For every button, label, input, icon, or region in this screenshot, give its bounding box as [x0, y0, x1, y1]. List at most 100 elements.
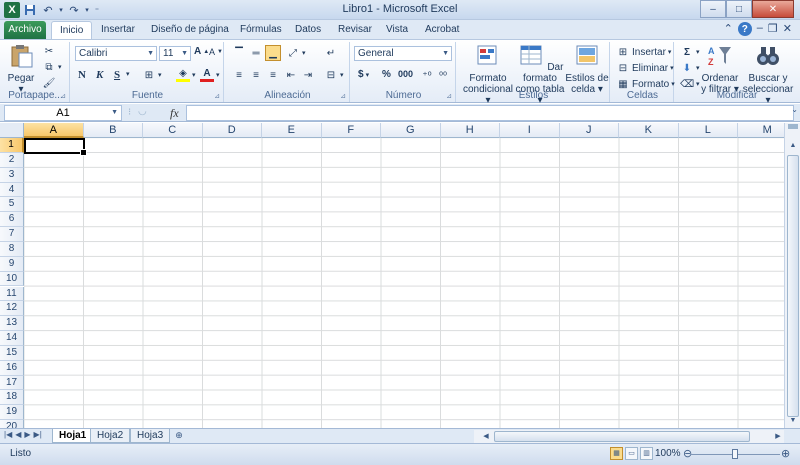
- normal-view-button[interactable]: ▦: [610, 447, 623, 460]
- font-color-button[interactable]: A ▾: [200, 68, 220, 82]
- align-left-button[interactable]: ≡: [232, 68, 246, 82]
- decrease-decimal-button[interactable]: ⁰⁰: [436, 69, 450, 83]
- minimize-button[interactable]: –: [700, 0, 726, 18]
- zoom-level[interactable]: 100%: [655, 448, 681, 459]
- scroll-up-icon[interactable]: ▲: [786, 139, 800, 153]
- zoom-slider[interactable]: [690, 449, 780, 459]
- align-center-button[interactable]: ≡: [249, 68, 263, 82]
- first-sheet-icon[interactable]: |◀: [4, 430, 12, 439]
- last-sheet-icon[interactable]: ▶|: [34, 430, 42, 439]
- row-header[interactable]: 5: [0, 197, 24, 213]
- column-header[interactable]: D: [202, 123, 262, 138]
- worksheet-grid[interactable]: ABCDEFGHIJKLM 1 2 3 4 5 6 7 8 9 10 11 12 13 14 15 16 17 1…: [0, 123, 784, 428]
- page-break-view-button[interactable]: ▥: [640, 447, 653, 460]
- column-header[interactable]: L: [678, 123, 738, 138]
- increase-decimal-button[interactable]: ⁺⁰: [420, 69, 434, 83]
- scroll-left-icon[interactable]: ◀: [480, 430, 492, 443]
- column-header[interactable]: G: [381, 123, 441, 138]
- decrease-indent-button[interactable]: ⇤: [284, 68, 298, 82]
- column-header[interactable]: C: [143, 123, 203, 138]
- row-header[interactable]: 20: [0, 420, 24, 428]
- prev-sheet-icon[interactable]: ◀: [15, 430, 21, 439]
- name-box[interactable]: A1 ▼: [4, 105, 122, 121]
- column-header[interactable]: M: [738, 123, 784, 138]
- scroll-down-icon[interactable]: ▼: [786, 414, 800, 428]
- maximize-button[interactable]: □: [726, 0, 752, 18]
- column-header[interactable]: F: [321, 123, 381, 138]
- insert-function-button[interactable]: fx: [170, 106, 179, 121]
- minimize-ribbon-icon[interactable]: ⌃: [724, 22, 733, 36]
- tab-vista[interactable]: Vista: [378, 21, 416, 39]
- row-header[interactable]: 1: [0, 138, 24, 153]
- row-header[interactable]: 14: [0, 331, 24, 346]
- vertical-split-handle[interactable]: [788, 124, 798, 129]
- expand-formula-bar-icon[interactable]: ⌄: [791, 105, 798, 114]
- row-header[interactable]: 18: [0, 390, 24, 406]
- fill-color-button[interactable]: ◈ ▾: [176, 68, 196, 82]
- zoom-slider-knob[interactable]: [732, 449, 738, 459]
- align-top-button[interactable]: ▔: [232, 46, 246, 60]
- sheet-tab-hoja2[interactable]: Hoja2: [90, 429, 131, 443]
- copy-button[interactable]: ⧉ ▾: [42, 60, 61, 74]
- next-sheet-icon[interactable]: ▶: [24, 430, 30, 439]
- align-middle-button[interactable]: ═: [249, 46, 263, 60]
- borders-button[interactable]: ⊞ ▾: [142, 68, 162, 82]
- insert-cells-button[interactable]: ⊞ Insertar ▾: [616, 45, 672, 59]
- column-header[interactable]: K: [619, 123, 679, 138]
- grow-font-button[interactable]: A ▲: [194, 46, 209, 57]
- row-header[interactable]: 4: [0, 182, 24, 198]
- row-header[interactable]: 3: [0, 167, 24, 183]
- tab-datos[interactable]: Datos: [287, 21, 329, 39]
- row-header[interactable]: 2: [0, 152, 24, 168]
- tab-formulas[interactable]: Fórmulas: [232, 21, 290, 39]
- zoom-in-button[interactable]: ⊕: [781, 447, 790, 460]
- row-header[interactable]: 8: [0, 241, 24, 257]
- select-all-corner[interactable]: [0, 123, 24, 138]
- row-header[interactable]: 11: [0, 286, 24, 302]
- column-header[interactable]: I: [500, 123, 560, 138]
- clipboard-launcher-icon[interactable]: ⊿: [60, 92, 66, 100]
- tab-acrobat[interactable]: Acrobat: [417, 21, 467, 39]
- row-header[interactable]: 6: [0, 212, 24, 228]
- horizontal-scroll-thumb[interactable]: [494, 431, 750, 442]
- tab-revisar[interactable]: Revisar: [330, 21, 380, 39]
- clear-button[interactable]: ⌫ ▾: [680, 77, 700, 91]
- number-launcher-icon[interactable]: ⊿: [446, 92, 452, 100]
- column-header[interactable]: E: [262, 123, 322, 138]
- bold-button[interactable]: N: [78, 69, 86, 81]
- insert-sheet-icon[interactable]: ⊕: [170, 429, 188, 443]
- scroll-right-icon[interactable]: ▶: [772, 430, 784, 443]
- font-size-select[interactable]: 11 ▼: [159, 46, 191, 61]
- cut-button[interactable]: ✂: [42, 44, 56, 58]
- italic-button[interactable]: K: [96, 69, 103, 81]
- sheet-tab-hoja3[interactable]: Hoja3: [130, 429, 171, 443]
- row-header[interactable]: 10: [0, 271, 24, 287]
- wrap-text-button[interactable]: ↵: [324, 46, 338, 60]
- row-header[interactable]: 15: [0, 345, 24, 361]
- orientation-button[interactable]: ⤢ ▾: [286, 46, 306, 60]
- underline-dropdown-icon[interactable]: ▾: [126, 70, 130, 78]
- format-cells-button[interactable]: ▦ Formato ▾: [616, 77, 674, 91]
- cell-styles-button[interactable]: Estilos de celda ▾: [564, 44, 610, 95]
- row-header[interactable]: 17: [0, 375, 24, 391]
- underline-button[interactable]: S: [114, 69, 120, 81]
- workbook-restore-icon[interactable]: ❐: [768, 22, 778, 36]
- vertical-scroll-thumb[interactable]: [787, 155, 799, 417]
- row-header[interactable]: 7: [0, 227, 24, 242]
- format-painter-button[interactable]: 🖌: [42, 76, 56, 90]
- workbook-minimize-icon[interactable]: –: [757, 22, 763, 36]
- row-header[interactable]: 12: [0, 301, 24, 317]
- tab-archivo[interactable]: Archivo: [4, 21, 46, 39]
- paste-button[interactable]: Pegar ▾: [6, 44, 36, 95]
- cell-area[interactable]: [24, 138, 784, 428]
- row-header[interactable]: 13: [0, 316, 24, 332]
- sort-filter-button[interactable]: AZ Ordenar y filtrar ▾: [700, 44, 740, 95]
- font-name-select[interactable]: Calibri ▼: [75, 46, 157, 61]
- horizontal-scrollbar[interactable]: ◀ ▶: [474, 430, 784, 443]
- delete-cells-button[interactable]: ⊟ Eliminar ▾: [616, 61, 674, 75]
- vertical-scrollbar[interactable]: ▲ ▼: [784, 123, 800, 428]
- page-layout-view-button[interactable]: ▭: [625, 447, 638, 460]
- column-header[interactable]: B: [83, 123, 143, 138]
- font-launcher-icon[interactable]: ⊿: [214, 92, 220, 100]
- shrink-font-button[interactable]: A ▼: [209, 47, 223, 57]
